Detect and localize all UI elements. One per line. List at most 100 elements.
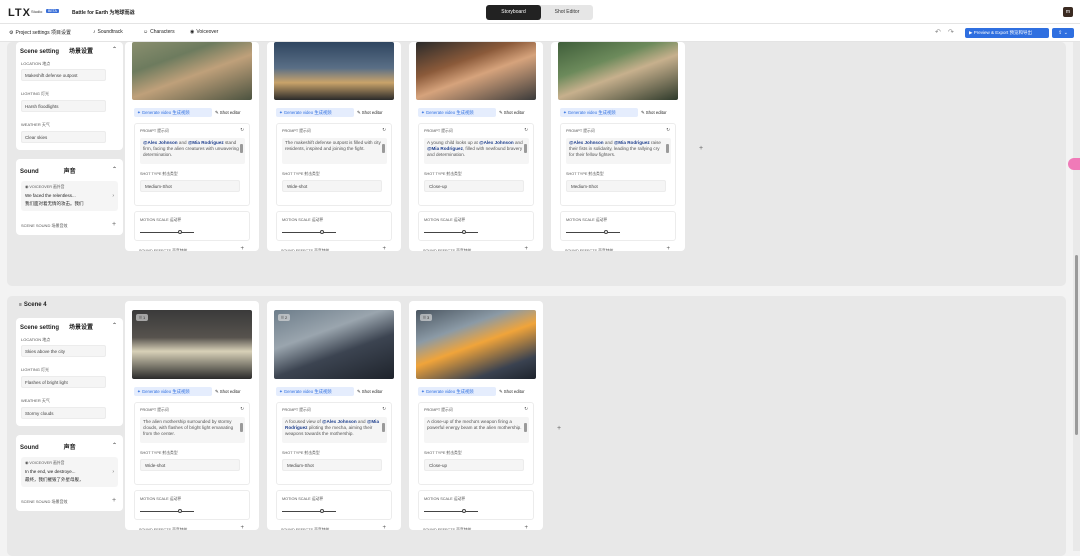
add-sound-effect-plus-icon[interactable]: +: [240, 525, 244, 530]
motion-scale-knob[interactable]: [319, 509, 324, 513]
avatar[interactable]: m: [1063, 7, 1073, 17]
undo-icon[interactable]: ↶: [935, 28, 941, 36]
generate-video-button[interactable]: ✦ Generate video 生成视频: [276, 387, 354, 396]
generate-video-button[interactable]: ✦ Generate video 生成视频: [276, 108, 354, 117]
prompt-scrollbar[interactable]: [240, 423, 243, 432]
add-sound-effect-plus-icon[interactable]: +: [524, 525, 528, 530]
prompt-text[interactable]: The alien mothership surrounded by storm…: [140, 417, 245, 443]
motion-scale-slider[interactable]: [282, 511, 336, 512]
chevron-up-icon[interactable]: ⌃: [112, 442, 117, 449]
shot-thumbnail[interactable]: ⠿ 2: [274, 310, 394, 379]
project-settings-button[interactable]: ⚙ Project settings 项目设置: [9, 29, 71, 36]
scrollbar-thumb[interactable]: [1075, 255, 1078, 435]
prompt-text[interactable]: A close-up of the mecha's weapon firing …: [424, 417, 529, 443]
motion-scale-knob[interactable]: [603, 230, 608, 234]
shot-editor-button[interactable]: ✎ Shot editor: [357, 108, 395, 117]
tab-shot-editor[interactable]: Shot Editor: [541, 5, 593, 20]
add-scene-sound-plus-icon[interactable]: +: [112, 497, 116, 504]
motion-scale-slider[interactable]: [282, 232, 336, 233]
chevron-up-icon[interactable]: ⌃: [112, 166, 117, 173]
location-field[interactable]: Makeshift defense outpost: [21, 69, 106, 81]
shot-thumbnail[interactable]: ⠿ 1: [132, 310, 252, 379]
refresh-icon[interactable]: ↻: [382, 406, 386, 412]
project-title[interactable]: Battle for Earth 为地球而战: [72, 9, 135, 16]
prompt-scrollbar[interactable]: [524, 144, 527, 153]
motion-scale-slider[interactable]: [140, 511, 194, 512]
prompt-text[interactable]: The makeshift defense outpost is filled …: [282, 138, 387, 164]
characters-button[interactable]: ☺ Characters: [143, 29, 175, 35]
soundtrack-button[interactable]: ♪ Soundtrack: [93, 29, 123, 35]
motion-scale-knob[interactable]: [319, 230, 324, 234]
voiceover-button[interactable]: ◉ Voiceover: [190, 29, 218, 35]
shot-type-field[interactable]: Close-up: [424, 180, 524, 192]
lighting-field[interactable]: Harsh floodlights: [21, 100, 106, 112]
motion-scale-slider[interactable]: [424, 511, 478, 512]
add-sound-effect-plus-icon[interactable]: +: [240, 246, 244, 251]
generate-video-button[interactable]: ✦ Generate video 生成视频: [418, 108, 496, 117]
shot-type-field[interactable]: Wide-shot: [140, 459, 240, 471]
lighting-field[interactable]: Flashes of bright light: [21, 376, 106, 388]
location-field[interactable]: Skies above the city: [21, 345, 106, 357]
shot-thumbnail[interactable]: ⠿ 3: [416, 310, 536, 379]
redo-icon[interactable]: ↷: [948, 28, 954, 36]
shot-editor-button[interactable]: ✎ Shot editor: [499, 387, 537, 396]
prompt-text[interactable]: A focused view of @Alex Johnson and @Mia…: [282, 417, 387, 443]
motion-scale-slider[interactable]: [566, 232, 620, 233]
prompt-scrollbar[interactable]: [240, 144, 243, 153]
shot-type-field[interactable]: Wide-shot: [282, 180, 382, 192]
generate-video-button[interactable]: ✦ Generate video 生成视频: [418, 387, 496, 396]
motion-scale-slider[interactable]: [140, 232, 194, 233]
shot-editor-button[interactable]: ✎ Shot editor: [357, 387, 395, 396]
add-sound-effect-plus-icon[interactable]: +: [524, 246, 528, 251]
generate-video-button[interactable]: ✦ Generate video 生成视频: [560, 108, 638, 117]
prompt-scrollbar[interactable]: [666, 144, 669, 153]
refresh-icon[interactable]: ↻: [524, 406, 528, 412]
assistant-bubble[interactable]: [1068, 158, 1080, 170]
shot-type-field[interactable]: Medium-Shot: [566, 180, 666, 192]
add-scene-sound-plus-icon[interactable]: +: [112, 221, 116, 228]
generate-video-button[interactable]: ✦ Generate video 生成视频: [134, 387, 212, 396]
prompt-scrollbar[interactable]: [382, 423, 385, 432]
preview-export-button[interactable]: ▶ Preview & Export 预览和导出: [965, 28, 1049, 38]
motion-scale-knob[interactable]: [177, 509, 182, 513]
prompt-scrollbar[interactable]: [524, 423, 527, 432]
shot-editor-button[interactable]: ✎ Shot editor: [215, 387, 253, 396]
motion-scale-knob[interactable]: [461, 230, 466, 234]
prompt-text[interactable]: @Alex Johnson and @Mia Rodriguez raise t…: [566, 138, 671, 164]
shot-editor-button[interactable]: ✎ Shot editor: [215, 108, 253, 117]
prompt-text[interactable]: A young child looks up at @Alex Johnson …: [424, 138, 529, 164]
add-sound-effect-plus-icon[interactable]: +: [666, 246, 670, 251]
shot-editor-button[interactable]: ✎ Shot editor: [499, 108, 537, 117]
refresh-icon[interactable]: ↻: [524, 127, 528, 133]
refresh-icon[interactable]: ↻: [240, 406, 244, 412]
shot-thumbnail[interactable]: [274, 42, 394, 100]
prompt-scrollbar[interactable]: [382, 144, 385, 153]
shot-editor-button[interactable]: ✎ Shot editor: [641, 108, 679, 117]
shot-type-field[interactable]: Close-up: [424, 459, 524, 471]
add-shot-plus-icon[interactable]: +: [699, 145, 703, 152]
add-sound-effect-plus-icon[interactable]: +: [382, 246, 386, 251]
shot-thumbnail[interactable]: [416, 42, 536, 100]
chevron-up-icon[interactable]: ⌃: [112, 46, 117, 53]
logo[interactable]: LTX: [8, 7, 31, 19]
motion-scale-knob[interactable]: [461, 509, 466, 513]
share-button[interactable]: ⇪ ⌄: [1052, 28, 1074, 38]
weather-field[interactable]: Stormy clouds: [21, 407, 106, 419]
refresh-icon[interactable]: ↻: [382, 127, 386, 133]
tab-storyboard[interactable]: Storyboard: [486, 5, 541, 20]
prompt-text[interactable]: @Alex Johnson and @Mia Rodriguez stand f…: [140, 138, 245, 164]
shot-type-field[interactable]: Medium-Shot: [140, 180, 240, 192]
refresh-icon[interactable]: ↻: [240, 127, 244, 133]
shot-thumbnail[interactable]: [558, 42, 678, 100]
voiceover-item[interactable]: ◉ VOICEOVER 画外音 In the end, we destroye.…: [21, 457, 118, 487]
shot-type-field[interactable]: Medium-Shot: [282, 459, 382, 471]
add-shot-plus-icon[interactable]: +: [557, 425, 561, 432]
add-sound-effect-plus-icon[interactable]: +: [382, 525, 386, 530]
weather-field[interactable]: Clear skies: [21, 131, 106, 143]
refresh-icon[interactable]: ↻: [666, 127, 670, 133]
voiceover-item[interactable]: ◉ VOICEOVER 画外音 We faced the relentless.…: [21, 181, 118, 211]
generate-video-button[interactable]: ✦ Generate video 生成视频: [134, 108, 212, 117]
shot-thumbnail[interactable]: [132, 42, 252, 100]
chevron-up-icon[interactable]: ⌃: [112, 322, 117, 329]
motion-scale-slider[interactable]: [424, 232, 478, 233]
